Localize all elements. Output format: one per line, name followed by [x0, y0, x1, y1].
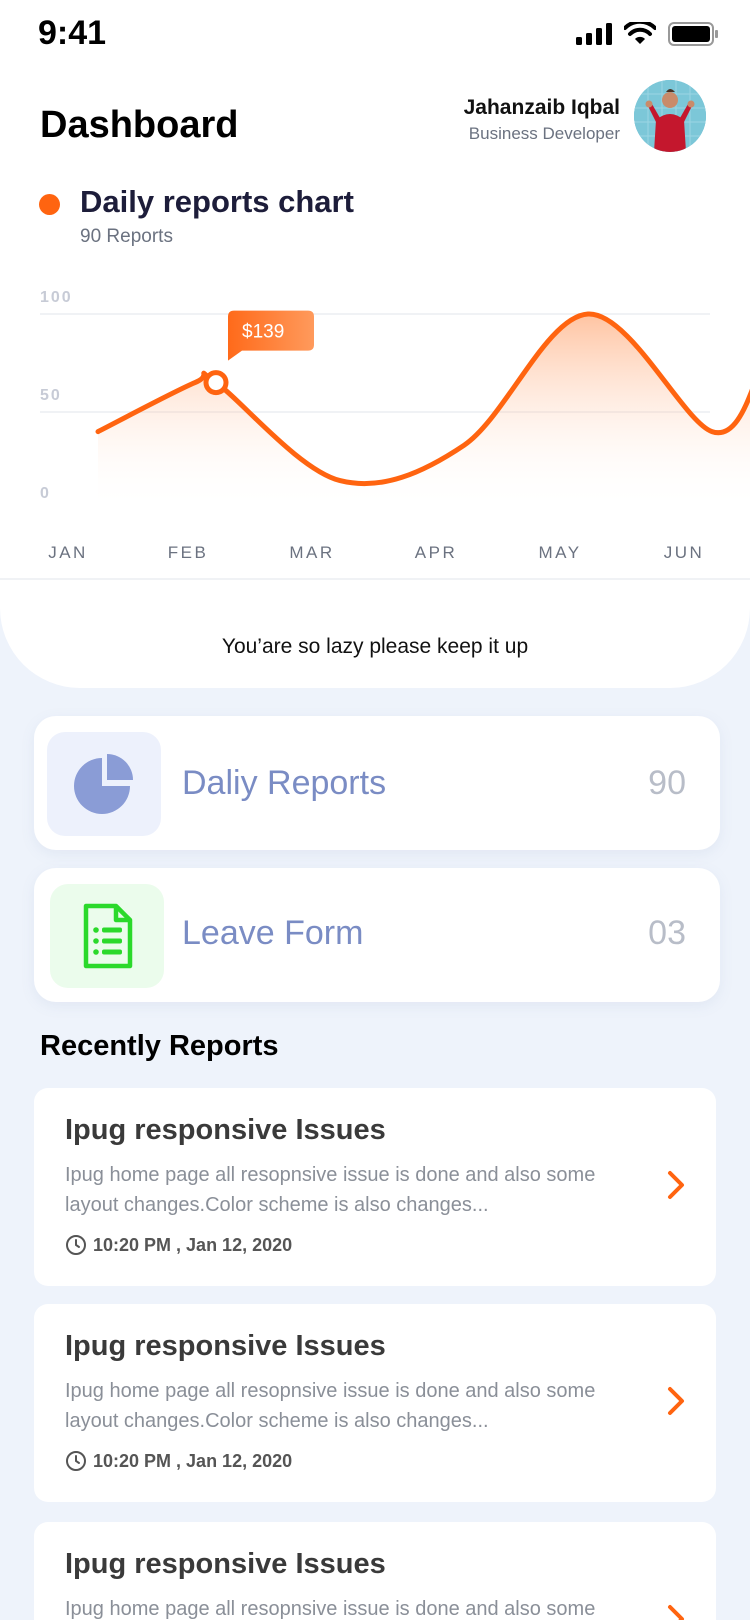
chart-legend-dot — [39, 194, 60, 215]
battery-icon — [668, 22, 718, 46]
avatar-photo — [634, 80, 706, 152]
chart-ytick-label: 100 — [40, 289, 73, 306]
daily-reports-icon-box — [47, 732, 161, 836]
chart-highlight-point[interactable] — [203, 370, 229, 396]
user-role: Business Developer — [468, 124, 620, 143]
daily-reports-chart: 100 50 0 $139 JAN FEB MAR APR MAY JUN — [0, 289, 750, 580]
clock-icon — [66, 1235, 86, 1255]
report-time: 10:20 PM , Jan 12, 2020 — [93, 1234, 293, 1255]
status-icons — [576, 22, 718, 46]
report-card[interactable]: Ipug responsive Issues Ipug home page al… — [34, 1522, 716, 1620]
user-name: Jahanzaib Iqbal — [463, 96, 620, 119]
chart-tooltip-label: $139 — [242, 322, 284, 343]
report-description: Ipug home page all resopnsive issue is d… — [65, 1164, 596, 1216]
document-icon — [83, 903, 133, 969]
wifi-icon — [624, 22, 656, 44]
leave-form-count: 03 — [648, 914, 686, 952]
report-title: Ipug responsive Issues — [65, 1330, 386, 1362]
recent-reports-heading: Recently Reports — [40, 1030, 279, 1062]
chart-ytick-label: 50 — [40, 387, 62, 404]
chart-xtick-label: MAR — [289, 543, 334, 562]
report-description: Ipug home page all resopnsive issue is d… — [65, 1380, 596, 1432]
chevron-right-icon[interactable] — [666, 1604, 686, 1620]
chevron-right-icon[interactable] — [666, 1386, 686, 1416]
daily-reports-card[interactable]: Daliy Reports 90 — [34, 716, 720, 850]
avatar[interactable] — [634, 80, 706, 152]
chart-xtick-label: MAY — [538, 543, 581, 562]
chart-subtitle: 90 Reports — [80, 226, 173, 247]
leave-form-icon-box — [50, 884, 164, 988]
daily-reports-label: Daliy Reports — [182, 764, 387, 802]
report-title: Ipug responsive Issues — [65, 1114, 386, 1146]
report-timestamp: 10:20 PM , Jan 12, 2020 — [65, 1450, 292, 1472]
leave-form-label: Leave Form — [182, 914, 364, 952]
report-description: Ipug home page all resopnsive issue is d… — [65, 1598, 596, 1620]
daily-reports-count: 90 — [648, 764, 686, 802]
chart-ytick-label: 0 — [40, 485, 51, 502]
report-card[interactable]: Ipug responsive Issues Ipug home page al… — [34, 1088, 716, 1286]
chart-xtick-label: JUN — [664, 543, 705, 562]
motivation-message: You’are so lazy please keep it up — [221, 635, 529, 658]
page-title: Dashboard — [40, 104, 239, 146]
status-time: 9:41 — [38, 14, 107, 52]
chart-title: Daily reports chart — [80, 184, 354, 219]
report-timestamp: 10:20 PM , Jan 12, 2020 — [65, 1234, 292, 1256]
clock-icon — [66, 1451, 86, 1471]
chart-xtick-label: APR — [415, 543, 457, 562]
leave-form-card[interactable]: Leave Form 03 — [34, 868, 720, 1002]
pie-chart-icon — [74, 754, 133, 814]
signal-icon — [576, 23, 612, 45]
chevron-right-icon[interactable] — [666, 1170, 686, 1200]
chart-xtick-label: FEB — [168, 543, 209, 562]
report-card[interactable]: Ipug responsive Issues Ipug home page al… — [34, 1304, 716, 1502]
report-title: Ipug responsive Issues — [65, 1548, 386, 1580]
chart-tooltip: $139 — [228, 310, 314, 361]
report-time: 10:20 PM , Jan 12, 2020 — [93, 1450, 293, 1471]
chart-xtick-label: JAN — [48, 543, 88, 562]
